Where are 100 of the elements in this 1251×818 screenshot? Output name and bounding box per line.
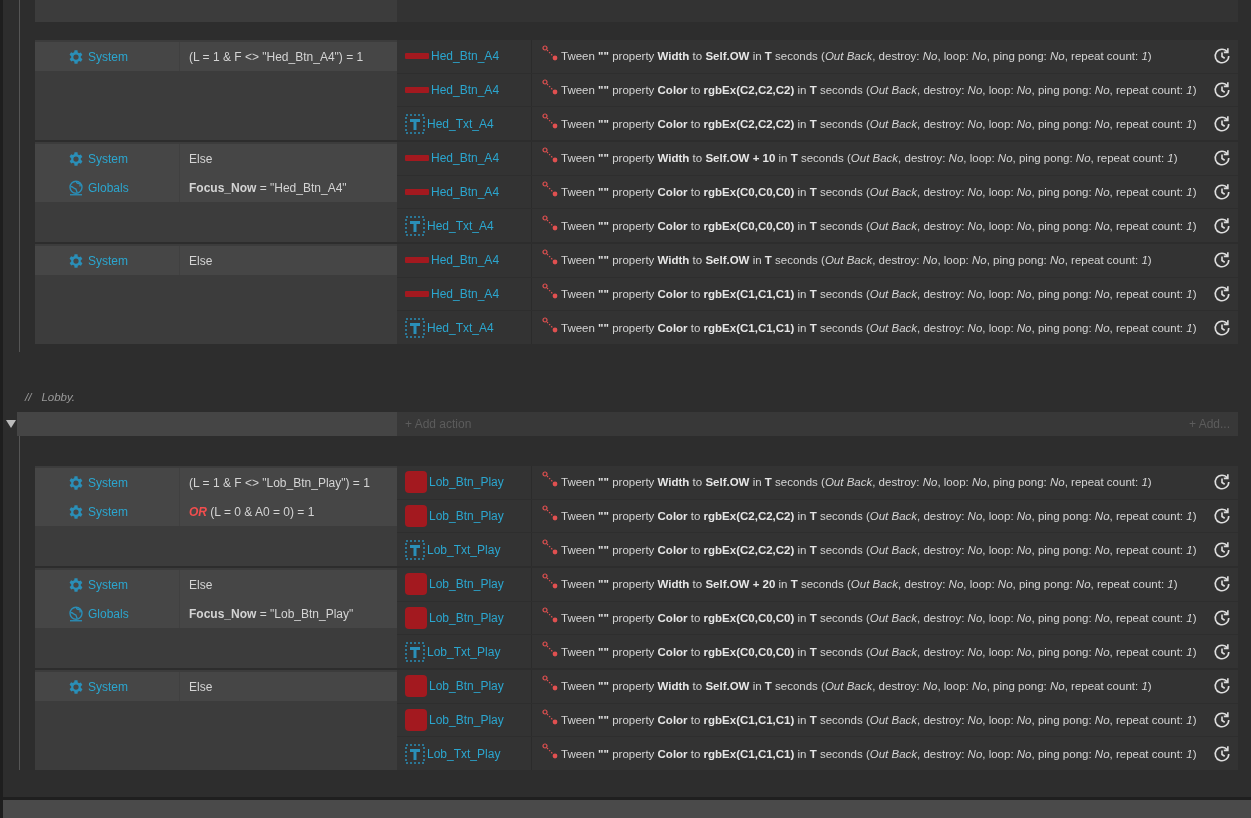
text-object-icon	[405, 113, 425, 134]
sprite-icon	[405, 573, 427, 596]
action-text[interactable]: Tween "" property Color to rgbEx(C0,C0,C0) in T seconds (Out Back, destroy: No, loop: No, ping pong: No, repeat count: 1)	[561, 645, 1197, 658]
object-name[interactable]: System	[88, 504, 128, 519]
condition-text[interactable]: Else	[180, 151, 213, 166]
sprite-bar-icon	[405, 87, 429, 93]
globe-icon	[67, 604, 85, 623]
text-object-icon	[405, 641, 425, 662]
tween-icon	[542, 742, 558, 759]
object-name[interactable]: Lob_Txt_Play	[427, 644, 501, 659]
object-name[interactable]: Hed_Btn_A4	[431, 49, 500, 64]
gear-icon	[67, 502, 85, 521]
condition-text[interactable]: Else	[180, 577, 213, 592]
reset-icon[interactable]	[1213, 81, 1231, 99]
tween-icon	[542, 79, 558, 95]
object-name[interactable]: System	[88, 49, 128, 64]
tween-icon	[542, 316, 558, 333]
reset-icon[interactable]	[1213, 183, 1231, 201]
sprite-bar-icon	[405, 189, 429, 195]
condition-text[interactable]: Focus_Now = "Hed_Btn_A4"	[180, 180, 347, 195]
tween-icon	[542, 147, 558, 164]
comment-marker: //	[25, 391, 32, 403]
action-text[interactable]: Tween "" property Color to rgbEx(C2,C2,C2) in T seconds (Out Back, destroy: No, loop: No, ping pong: No, repeat count: 1)	[561, 84, 1197, 96]
object-name[interactable]: Hed_Txt_A4	[427, 116, 494, 131]
reset-icon[interactable]	[1213, 251, 1231, 270]
object-name[interactable]: System	[88, 475, 128, 490]
reset-icon[interactable]	[1213, 575, 1231, 594]
action-text[interactable]: Tween "" property Width to Self.OW in T seconds (Out Back, destroy: No, loop: No, ping pong: No, repeat count: 1)	[561, 476, 1152, 489]
object-name[interactable]: System	[88, 151, 128, 166]
tween-icon	[542, 214, 558, 231]
sprite-icon	[405, 471, 427, 494]
action-text[interactable]: Tween "" property Color to rgbEx(C2,C2,C2) in T seconds (Out Back, destroy: No, loop: No, ping pong: No, repeat count: 1)	[561, 543, 1197, 556]
object-name[interactable]: Hed_Txt_A4	[427, 218, 494, 233]
action-text[interactable]: Tween "" property Color to rgbEx(C2,C2,C2) in T seconds (Out Back, destroy: No, loop: No, ping pong: No, repeat count: 1)	[561, 117, 1197, 130]
object-name[interactable]: Lob_Txt_Play	[427, 746, 501, 761]
object-name[interactable]: Lob_Btn_Play	[429, 577, 504, 592]
object-name[interactable]: Hed_Btn_A4	[431, 83, 500, 97]
object-name[interactable]: Lob_Txt_Play	[427, 542, 501, 557]
action-text[interactable]: Tween "" property Width to Self.OW + 10 in T seconds (Out Back, destroy: No, loop: No, ping pong: No, repeat count: 1)	[561, 152, 1178, 165]
sprite-bar-icon	[405, 155, 429, 162]
condition-text[interactable]: OR (L = 0 & A0 = 0) = 1	[180, 504, 315, 519]
reset-icon[interactable]	[1213, 540, 1231, 559]
action-text[interactable]: Tween "" property Color to rgbEx(C1,C1,C1) in T seconds (Out Back, destroy: No, loop: No, ping pong: No, repeat count: 1)	[561, 321, 1197, 334]
object-name[interactable]: Lob_Btn_Play	[429, 611, 504, 625]
object-name[interactable]: System	[88, 679, 128, 694]
object-name[interactable]: Hed_Btn_A4	[431, 253, 500, 268]
object-name[interactable]: System	[88, 253, 128, 268]
object-name[interactable]: Globals	[88, 180, 129, 195]
object-name[interactable]: Hed_Btn_A4	[431, 185, 500, 199]
reset-icon[interactable]	[1213, 285, 1231, 303]
tween-icon	[542, 249, 558, 266]
action-text[interactable]: Tween "" property Color to rgbEx(C2,C2,C2) in T seconds (Out Back, destroy: No, loop: No, ping pong: No, repeat count: 1)	[561, 510, 1197, 522]
reset-icon[interactable]	[1213, 114, 1231, 133]
object-name[interactable]: Lob_Btn_Play	[429, 713, 504, 727]
reset-icon[interactable]	[1213, 47, 1231, 66]
tween-icon	[542, 112, 558, 129]
reset-icon[interactable]	[1213, 744, 1231, 763]
action-text[interactable]: Tween "" property Color to rgbEx(C1,C1,C1) in T seconds (Out Back, destroy: No, loop: No, ping pong: No, repeat count: 1)	[561, 288, 1197, 300]
condition-text[interactable]: (L = 1 & F <> "Lob_Btn_Play") = 1	[180, 475, 370, 490]
object-name[interactable]: Hed_Btn_A4	[431, 287, 500, 301]
sprite-bar-icon	[405, 53, 429, 60]
object-name[interactable]: Hed_Txt_A4	[427, 320, 494, 335]
text-object-icon	[405, 539, 425, 560]
object-name[interactable]: Globals	[88, 606, 129, 621]
gear-icon	[67, 575, 85, 594]
object-name[interactable]: Lob_Btn_Play	[429, 679, 504, 694]
tween-icon	[542, 573, 558, 590]
reset-icon[interactable]	[1213, 642, 1231, 661]
action-text[interactable]: Tween "" property Color to rgbEx(C0,C0,C0) in T seconds (Out Back, destroy: No, loop: No, ping pong: No, repeat count: 1)	[561, 612, 1197, 624]
gear-icon	[67, 149, 85, 168]
reset-icon[interactable]	[1213, 318, 1231, 337]
text-object-icon	[405, 743, 425, 764]
sprite-icon	[405, 709, 427, 731]
action-text[interactable]: Tween "" property Color to rgbEx(C0,C0,C0) in T seconds (Out Back, destroy: No, loop: No, ping pong: No, repeat count: 1)	[561, 219, 1197, 232]
action-text[interactable]: Tween "" property Width to Self.OW + 20 in T seconds (Out Back, destroy: No, loop: No, ping pong: No, repeat count: 1)	[561, 578, 1178, 591]
condition-text[interactable]: (L = 1 & F <> "Hed_Btn_A4") = 1	[180, 49, 364, 64]
reset-icon[interactable]	[1213, 711, 1231, 729]
object-name[interactable]: Lob_Btn_Play	[429, 509, 504, 523]
action-text[interactable]: Tween "" property Color to rgbEx(C1,C1,C1) in T seconds (Out Back, destroy: No, loop: No, ping pong: No, repeat count: 1)	[561, 747, 1197, 760]
tween-icon	[542, 675, 558, 692]
reset-icon[interactable]	[1213, 149, 1231, 168]
text-object-icon	[405, 317, 425, 338]
reset-icon[interactable]	[1213, 609, 1231, 627]
condition-text[interactable]: Else	[180, 253, 213, 268]
object-name[interactable]: System	[88, 577, 128, 592]
object-name[interactable]: Hed_Btn_A4	[431, 151, 500, 166]
action-text[interactable]: Tween "" property Width to Self.OW in T seconds (Out Back, destroy: No, loop: No, ping pong: No, repeat count: 1)	[561, 680, 1152, 693]
reset-icon[interactable]	[1213, 507, 1231, 525]
action-text[interactable]: Tween "" property Color to rgbEx(C0,C0,C0) in T seconds (Out Back, destroy: No, loop: No, ping pong: No, repeat count: 1)	[561, 186, 1197, 198]
action-text[interactable]: Tween "" property Width to Self.OW in T seconds (Out Back, destroy: No, loop: No, ping pong: No, repeat count: 1)	[561, 254, 1152, 267]
action-text[interactable]: Tween "" property Color to rgbEx(C1,C1,C1) in T seconds (Out Back, destroy: No, loop: No, ping pong: No, repeat count: 1)	[561, 714, 1197, 726]
object-name[interactable]: Lob_Btn_Play	[429, 475, 504, 490]
reset-icon[interactable]	[1213, 473, 1231, 492]
collapse-triangle-icon[interactable]	[6, 420, 16, 428]
condition-text[interactable]: Focus_Now = "Lob_Btn_Play"	[180, 606, 354, 621]
condition-text[interactable]: Else	[180, 679, 213, 694]
action-text[interactable]: Tween "" property Width to Self.OW in T seconds (Out Back, destroy: No, loop: No, ping pong: No, repeat count: 1)	[561, 50, 1152, 63]
reset-icon[interactable]	[1213, 216, 1231, 235]
reset-icon[interactable]	[1213, 677, 1231, 696]
tween-icon	[542, 283, 558, 299]
